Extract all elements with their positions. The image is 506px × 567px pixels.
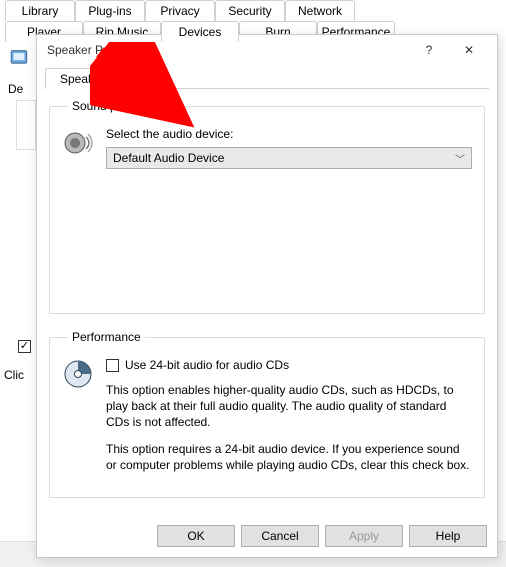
speaker-icon	[62, 127, 94, 159]
bg-tab-privacy[interactable]: Privacy	[145, 0, 215, 21]
tab-speakers[interactable]: Speakers	[45, 68, 126, 89]
performance-group: Performance Use 24-bit audio for audio C…	[49, 330, 485, 498]
bg-device-icon	[8, 46, 33, 71]
sound-playback-legend: Sound playback	[68, 99, 161, 113]
perf-paragraph-2: This option requires a 24-bit audio devi…	[106, 441, 472, 473]
bg-tab-security[interactable]: Security	[215, 0, 285, 21]
bg-devices-label: De	[8, 82, 23, 96]
bg-tabs-row1: Library Plug-ins Privacy Security Networ…	[5, 0, 355, 21]
bg-devices-list	[16, 100, 36, 150]
dialog-button-row: OK Cancel Apply Help	[157, 525, 487, 547]
dialog-tabstrip: Speakers	[45, 67, 489, 89]
bg-click-label: Clic	[4, 368, 24, 382]
use-24bit-checkbox[interactable]	[106, 359, 119, 372]
cancel-button[interactable]: Cancel	[241, 525, 319, 547]
cd-icon	[62, 358, 94, 390]
chevron-down-icon: ﹀	[455, 151, 465, 166]
help-button-bottom[interactable]: Help	[409, 525, 487, 547]
use-24bit-label: Use 24-bit audio for audio CDs	[125, 358, 289, 372]
ok-button[interactable]: OK	[157, 525, 235, 547]
select-audio-device-label: Select the audio device:	[106, 127, 472, 141]
perf-paragraph-1: This option enables higher-quality audio…	[106, 382, 472, 431]
bg-checkbox-row	[18, 340, 31, 353]
bg-tab-plugins[interactable]: Plug-ins	[75, 0, 145, 21]
bg-tab-library[interactable]: Library	[5, 0, 75, 21]
dialog-title: Speaker Properties	[47, 43, 409, 57]
sound-playback-group: Sound playback Select the audio device: …	[49, 99, 485, 314]
performance-legend: Performance	[68, 330, 145, 344]
dialog-titlebar: Speaker Properties ? ✕	[37, 35, 497, 65]
dialog-body: Sound playback Select the audio device: …	[37, 89, 497, 562]
bg-tab-network[interactable]: Network	[285, 0, 355, 21]
audio-device-dropdown[interactable]: Default Audio Device ﹀	[106, 147, 472, 169]
apply-button[interactable]: Apply	[325, 525, 403, 547]
bg-checkbox[interactable]	[18, 340, 31, 353]
audio-device-value: Default Audio Device	[113, 151, 224, 165]
speaker-properties-dialog: Speaker Properties ? ✕ Speakers Sound pl…	[36, 34, 498, 558]
help-button[interactable]: ?	[409, 36, 449, 64]
bg-tab-devices[interactable]: Devices	[161, 21, 239, 42]
close-button[interactable]: ✕	[449, 36, 489, 64]
